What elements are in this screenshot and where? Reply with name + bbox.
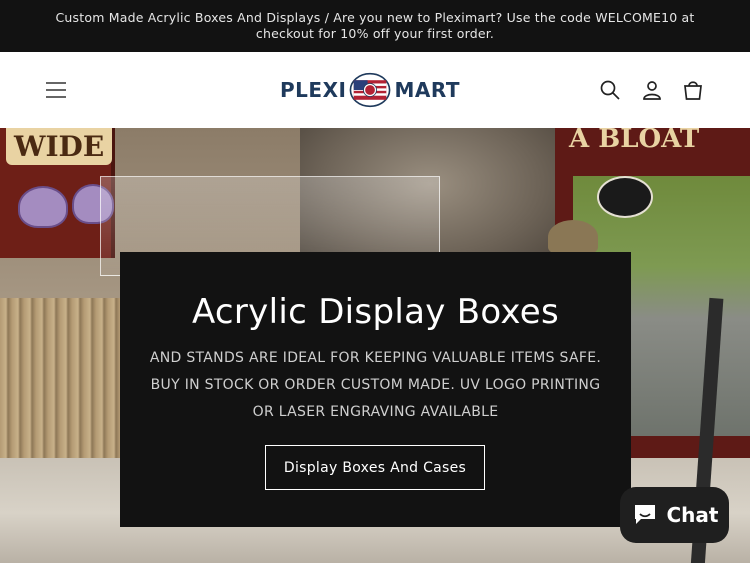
logo-text-right: MART [394, 78, 460, 102]
chat-widget-button[interactable]: Chat [620, 487, 729, 543]
hero-title: Acrylic Display Boxes [191, 292, 560, 332]
hero-left-sign: WIDE [0, 128, 115, 258]
display-boxes-button[interactable]: Display Boxes And Cases [265, 445, 485, 490]
logo-text-left: PLEXI [280, 78, 347, 102]
hero-hat-object [548, 220, 598, 254]
chat-label: Chat [666, 503, 719, 527]
flag-badge-icon [350, 72, 391, 108]
hero-right-sign-text: A BLOAT [569, 128, 700, 154]
announcement-text: Custom Made Acrylic Boxes And Displays /… [55, 10, 695, 41]
hero-left-sign-text: WIDE [6, 128, 113, 165]
hero-subtitle: AND STANDS ARE IDEAL FOR KEEPING VALUABL… [149, 350, 602, 420]
site-logo[interactable]: PLEXI MART [280, 68, 460, 112]
hippo-illustration [18, 186, 68, 228]
sign-speech-bubble [597, 176, 653, 218]
search-icon[interactable] [598, 78, 622, 102]
announcement-bar: Custom Made Acrylic Boxes And Displays /… [0, 0, 750, 52]
hamburger-menu-icon[interactable] [44, 79, 68, 101]
site-header: PLEXI MART [0, 52, 750, 128]
account-icon[interactable] [640, 78, 664, 102]
cart-icon[interactable] [681, 78, 705, 102]
hero-content-card: Acrylic Display Boxes AND STANDS ARE IDE… [120, 252, 631, 527]
chat-bubble-icon [634, 505, 655, 524]
